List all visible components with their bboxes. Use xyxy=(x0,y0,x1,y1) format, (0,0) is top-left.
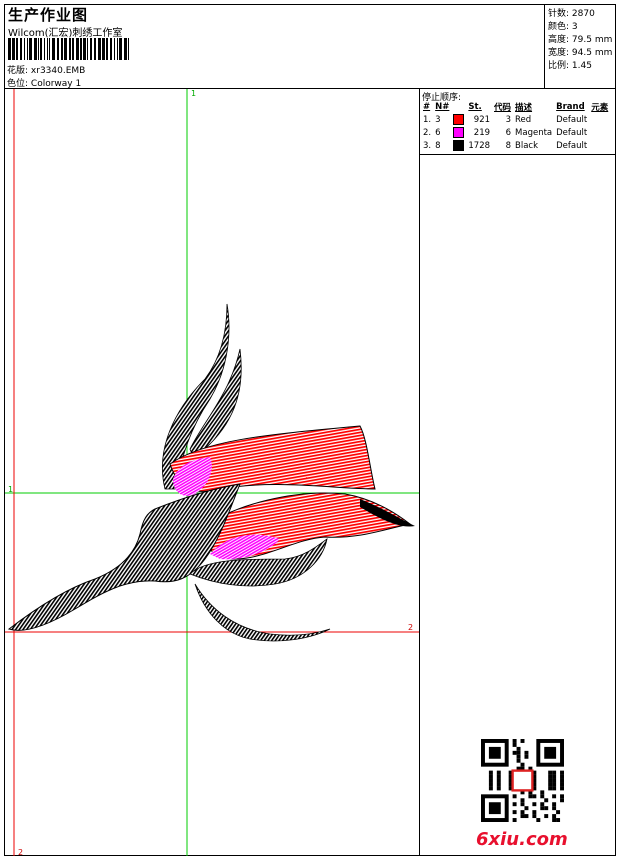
col-code: 代码 xyxy=(494,103,512,113)
colorway-value: Colorway 1 xyxy=(30,79,82,89)
page-title: 生产作业图 xyxy=(8,6,89,24)
stat-stitches: 针数: 2870 xyxy=(548,9,595,19)
stem-sepal xyxy=(7,483,241,631)
col-needle: N# xyxy=(435,102,450,112)
stat-height: 高度: 79.5 mm xyxy=(548,35,613,45)
table-row: 1. 3 921 3 Red Default xyxy=(423,114,588,125)
embroidery-canvas xyxy=(5,89,419,856)
watermark-logo: 6xiu.com xyxy=(476,829,568,850)
design-label: 花版: xyxy=(7,66,29,76)
barcode xyxy=(8,38,129,60)
color-swatch xyxy=(453,114,465,125)
table-row: 3. 8 1728 8 Black Default xyxy=(423,140,588,151)
sidebar-divider xyxy=(419,88,420,856)
color-swatch xyxy=(453,140,465,151)
col-description: 描述 xyxy=(515,103,533,113)
col-element: 元素 xyxy=(591,103,609,113)
company-name: Wilcom(汇宏)刺绣工作室 xyxy=(8,28,123,39)
color-swatch xyxy=(453,127,465,138)
table-header-row: # N# St. 代码 描述 Brand 元素 xyxy=(421,101,610,113)
qr-code xyxy=(481,739,564,822)
col-swatch xyxy=(451,101,466,113)
sequence-divider xyxy=(419,154,616,155)
stats-divider xyxy=(544,4,545,89)
col-brand: Brand xyxy=(556,102,585,112)
stat-scale: 比例: 1.45 xyxy=(548,61,592,71)
axis-label-red-right: 2 xyxy=(408,623,414,632)
col-stitches: St. xyxy=(468,102,482,112)
table-row: 2. 6 219 6 Magenta Default xyxy=(423,127,588,138)
axis-label-green-top: 1 xyxy=(191,89,197,98)
colorway-row: 色位: Colorway 1 xyxy=(7,76,81,89)
stat-width: 宽度: 94.5 mm xyxy=(548,48,613,58)
design-value: xr3340.EMB xyxy=(30,66,86,76)
stat-colors: 颜色: 3 xyxy=(548,22,578,32)
axis-label-green-left: 1 xyxy=(8,485,14,494)
color-sequence-table: # N# St. 代码 描述 Brand 元素 1. 3 921 3 Red Defa… xyxy=(421,101,610,152)
col-index: # xyxy=(423,102,431,112)
axis-label-red-bottom: 2 xyxy=(18,848,24,857)
design-row: 花版: xr3340.EMB xyxy=(7,63,85,76)
colorway-label: 色位: xyxy=(7,79,29,89)
